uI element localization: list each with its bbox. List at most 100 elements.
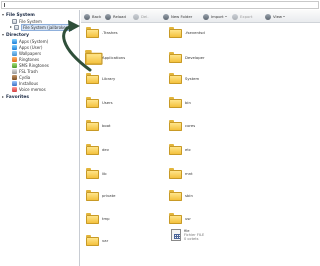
app-icon [12,38,17,44]
view-icon [265,13,271,20]
folder-label: sbin [185,193,193,198]
folder-item[interactable]: .fseventsd [169,27,205,38]
reload-button[interactable]: Reload [105,13,126,20]
folder-icon [86,190,99,201]
sidebar-item-label: Installous [19,80,39,86]
import-button[interactable]: Import [203,13,227,20]
folder-label: cores [185,123,196,128]
chevron-right-icon [10,26,12,28]
sidebar-section-favorites[interactable]: Favorites [2,94,29,100]
folder-label: boot [102,123,111,128]
cydia-icon [12,74,17,80]
view-button[interactable]: View [265,13,286,20]
folder-label: etc [185,147,191,152]
folder-label: mnt [185,171,193,176]
folder-item[interactable]: etc [169,144,191,155]
folder-label: .Trashes [102,30,118,35]
drive-icon [12,18,17,24]
chevron-down-icon [283,16,286,17]
folder-icon [85,50,103,65]
chevron-right-icon [2,96,4,98]
folder-item[interactable]: private [86,190,115,201]
chevron-down-icon [2,14,4,16]
folder-icon [86,144,99,155]
sidebar: File System File System File System (jai… [0,10,80,266]
folder-icon [86,97,99,108]
folder-icon [86,168,99,179]
drive-icon [14,24,19,30]
folder-label: Library [102,76,116,81]
wallpaper-icon [12,50,17,56]
import-icon [203,13,209,20]
sidebar-item-label: FSL Trash [19,68,38,74]
folder-label: usr [185,216,191,221]
folder-item[interactable]: dev [86,144,109,155]
export-label: Export [240,14,253,19]
folder-icon [169,190,182,201]
file-item[interactable]: file Fichier FILE 0 octets [171,229,204,241]
folder-label: Users [102,100,113,105]
folder-item[interactable]: lib [86,168,107,179]
folder-item[interactable]: Library [86,73,115,84]
export-button[interactable]: Export [232,13,252,20]
file-browser-content: .Trashes .fseventsd Applications Develop… [81,24,320,266]
app-icon [12,44,17,50]
sidebar-item-label: Wallpapers [19,50,42,56]
delete-label: Del. [141,14,149,19]
folder-icon [86,27,99,38]
reload-label: Reload [113,14,126,19]
dragged-folder[interactable] [85,50,103,65]
folder-label: .fseventsd [185,30,205,35]
folder-item[interactable]: mnt [169,168,193,179]
sidebar-item-file-system-jailbroken[interactable]: File System (jailbroken) [10,23,72,31]
folder-item[interactable]: System [169,73,199,84]
new-folder-icon [163,13,169,20]
voice-memo-icon [12,86,17,92]
sidebar-section-label: File System [6,12,35,18]
sidebar-item-label: Apps (System) [19,38,49,44]
folder-item[interactable]: Users [86,97,113,108]
view-label: View [273,14,283,19]
folder-item[interactable]: .Trashes [86,27,118,38]
delete-icon [133,13,139,20]
back-button[interactable]: Back [84,13,101,20]
folder-icon [169,213,182,224]
file-icon [171,229,181,241]
folder-icon [86,213,99,224]
new-folder-button[interactable]: New Folder [163,13,192,20]
sidebar-item-label: Voice memos [19,86,46,92]
folder-item[interactable]: cores [169,120,195,131]
folder-icon [169,120,182,131]
folder-icon [169,144,182,155]
trash-icon [12,68,17,74]
folder-icon [169,73,182,84]
folder-label: private [102,193,116,198]
file-size: 0 octets [184,237,199,241]
folder-item[interactable]: var [86,235,108,246]
export-icon [232,13,238,20]
folder-item[interactable]: usr [169,213,191,224]
folder-item[interactable]: bin [169,97,191,108]
folder-icon [169,52,182,63]
sidebar-item-label: Ringtones [19,56,40,62]
reload-icon [105,13,111,20]
sidebar-section-label: Directory [6,32,30,38]
chevron-down-icon [224,16,227,17]
address-bar[interactable] [1,1,319,9]
import-label: Import [211,14,224,19]
installous-icon [12,80,17,86]
folder-icon [169,97,182,108]
sidebar-item-voice-memos[interactable]: Voice memos [12,86,46,92]
folder-label: var [102,238,109,243]
folder-item[interactable]: Developer [169,52,205,63]
delete-button[interactable]: Del. [133,13,149,20]
folder-item[interactable]: sbin [169,190,193,201]
folder-label: Developer [185,55,205,60]
folder-icon [86,235,99,246]
folder-item[interactable]: tmp [86,213,110,224]
folder-icon [169,27,182,38]
folder-label: bin [185,100,191,105]
sidebar-section-label: Favorites [6,94,29,100]
folder-item[interactable]: boot [86,120,111,131]
back-label: Back [92,14,102,19]
